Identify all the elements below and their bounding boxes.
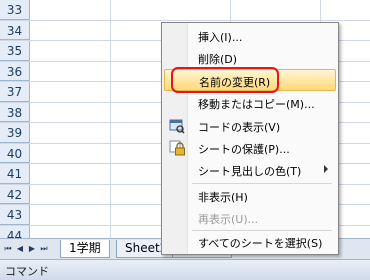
- menu-item-label: コードの表示(V): [198, 121, 281, 134]
- grid-row[interactable]: 33: [0, 0, 370, 21]
- row-header[interactable]: 38: [0, 102, 30, 122]
- menu-item-unhide: 再表示(U)...: [164, 207, 336, 229]
- row-header[interactable]: 43: [0, 205, 30, 225]
- last-sheet-nav-icon[interactable]: ⏭: [39, 243, 49, 255]
- row-header[interactable]: 40: [0, 143, 30, 163]
- menu-item-select-all-sheets[interactable]: すべてのシートを選択(S): [164, 231, 336, 253]
- menu-item-delete[interactable]: 削除(D): [164, 47, 336, 69]
- row-header[interactable]: 39: [0, 123, 30, 143]
- sheet-tab-1[interactable]: 1学期: [60, 240, 110, 258]
- lock-icon: [169, 140, 185, 156]
- menu-item-label: 移動またはコピー(M)...: [198, 98, 315, 111]
- row-header[interactable]: 34: [0, 20, 30, 40]
- status-text: コマンド: [5, 265, 49, 278]
- menu-item-protect-sheet[interactable]: シートの保護(P)...: [164, 137, 336, 159]
- menu-item-insert[interactable]: 挿入(I)...: [164, 25, 336, 47]
- row-header[interactable]: 36: [0, 61, 30, 81]
- menu-item-label: すべてのシートを選択(S): [198, 237, 323, 250]
- row-header[interactable]: 42: [0, 184, 30, 204]
- prev-sheet-nav-icon[interactable]: ◀: [15, 243, 25, 255]
- highlight-annotation: [171, 67, 279, 93]
- status-bar: コマンド: [0, 259, 370, 280]
- menu-separator: [192, 183, 332, 184]
- sheet-context-menu: 挿入(I)... 削除(D) 名前の変更(R) 移動またはコピー(M)... コ…: [161, 22, 339, 255]
- menu-item-hide[interactable]: 非表示(H): [164, 185, 336, 207]
- next-sheet-nav-icon[interactable]: ▶: [27, 243, 37, 255]
- view-code-icon: [169, 119, 185, 134]
- row-header[interactable]: 41: [0, 164, 30, 184]
- menu-item-label: 削除(D): [198, 53, 238, 66]
- row-header[interactable]: 37: [0, 82, 30, 102]
- row-header[interactable]: 33: [0, 0, 30, 20]
- menu-item-label: 非表示(H): [198, 191, 248, 204]
- menu-item-label: シート見出しの色(T): [198, 165, 302, 178]
- menu-item-label: 再表示(U)...: [198, 213, 259, 226]
- submenu-arrow-icon: [324, 165, 328, 173]
- menu-item-label: 挿入(I)...: [198, 31, 243, 44]
- menu-item-move-copy[interactable]: 移動またはコピー(M)...: [164, 92, 336, 114]
- menu-item-view-code[interactable]: コードの表示(V): [164, 115, 336, 137]
- menu-item-tab-color[interactable]: シート見出しの色(T): [164, 159, 336, 181]
- first-sheet-nav-icon[interactable]: ⏮: [3, 243, 13, 255]
- row-header[interactable]: 35: [0, 41, 30, 61]
- menu-item-label: シートの保護(P)...: [198, 143, 290, 156]
